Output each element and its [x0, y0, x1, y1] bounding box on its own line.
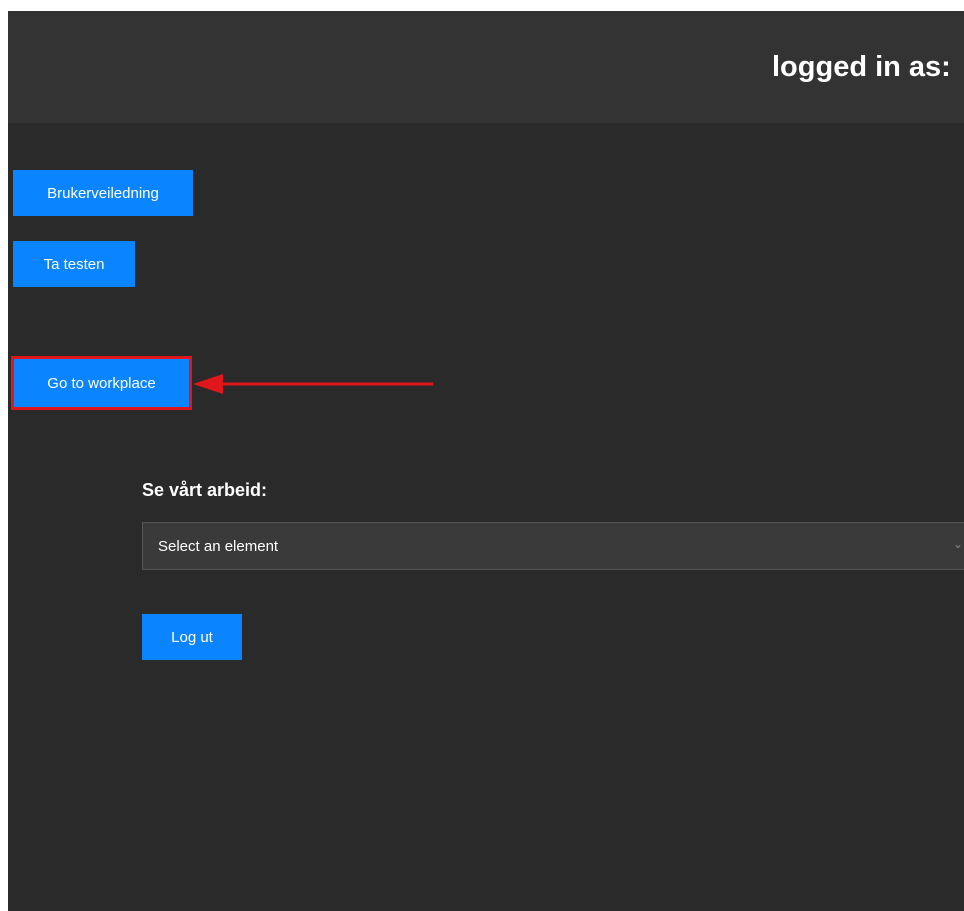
app-window: logged in as: Brukerveiledning Ta testen…: [8, 11, 964, 911]
log-out-button[interactable]: Log ut: [142, 614, 242, 660]
take-test-button[interactable]: Ta testen: [13, 241, 135, 287]
our-work-label: Se vårt arbeid:: [142, 480, 268, 500]
red-arrow-left-icon: [193, 374, 433, 394]
user-guide-button[interactable]: Brukerveiledning: [13, 170, 193, 216]
top-header: logged in as:: [8, 11, 964, 123]
logged-in-label: logged in as:: [772, 51, 951, 83]
chevron-down-icon: ⌄: [953, 537, 964, 551]
go-to-workplace-button[interactable]: Go to workplace: [11, 356, 192, 410]
select-value: Select an element: [158, 537, 279, 555]
work-select[interactable]: Select an element ⌄: [142, 522, 964, 570]
